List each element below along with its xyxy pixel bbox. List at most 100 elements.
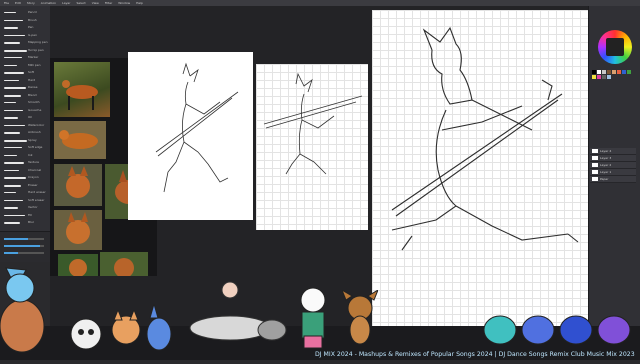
color-swatch[interactable]: [617, 70, 621, 74]
brush-item[interactable]: Dense: [2, 84, 48, 91]
dog-group-characters: [480, 300, 640, 352]
brush-stroke-preview: [4, 117, 18, 120]
sketch-1-drawing: [155, 62, 239, 193]
brush-name: Watercolor: [28, 122, 45, 127]
brush-item[interactable]: Hard eraser: [2, 189, 48, 196]
brush-item[interactable]: Soft: [2, 69, 48, 76]
brush-item[interactable]: Airbrush: [2, 129, 48, 136]
brush-item[interactable]: Vector: [2, 204, 48, 211]
opacity-slider[interactable]: [4, 245, 40, 247]
brush-item[interactable]: Soft eraser: [2, 197, 48, 204]
color-swatch[interactable]: [602, 75, 606, 79]
brush-stroke-preview: [4, 42, 20, 44]
brush-item[interactable]: Eraser: [2, 182, 48, 189]
color-swatch[interactable]: [597, 70, 601, 74]
brush-stroke-preview: [4, 57, 22, 58]
layer-row[interactable]: Paper: [590, 176, 636, 183]
brush-name: Blend: [28, 92, 37, 97]
layer-thumbnail: [592, 156, 598, 160]
color-swatch[interactable]: [627, 70, 631, 74]
layer-thumbnail: [592, 177, 598, 181]
brush-stroke-preview: [4, 222, 20, 224]
brush-stroke-preview: [4, 94, 21, 97]
brush-item[interactable]: Soft edge: [2, 144, 48, 151]
brush-stroke-preview: [4, 34, 25, 36]
color-swatch[interactable]: [607, 70, 611, 74]
color-swatch[interactable]: [607, 75, 611, 79]
brush-stroke-preview: [4, 27, 18, 30]
brush-item[interactable]: Blend: [2, 92, 48, 99]
brush-item[interactable]: Turnip pen: [2, 47, 48, 54]
brush-size-slider[interactable]: [4, 238, 28, 240]
brush-name: G-pen: [28, 32, 38, 37]
brush-item[interactable]: Texture: [2, 159, 48, 166]
bluey-character: [108, 308, 144, 354]
sketch-sheet-2[interactable]: [256, 64, 368, 230]
color-swatch[interactable]: [602, 70, 606, 74]
blue-creature-character: [144, 302, 174, 354]
layer-name: Layer 1: [600, 170, 612, 174]
brush-item[interactable]: Oil: [2, 114, 48, 121]
brush-name: Brush: [28, 17, 37, 22]
brush-stroke-preview: [4, 124, 25, 126]
sketch-2-drawing: [263, 72, 363, 175]
brush-name: Pen: [28, 25, 34, 29]
brush-name: Blur: [28, 220, 35, 224]
brush-name: Airbrush: [28, 130, 41, 134]
brush-item[interactable]: Fill: [2, 212, 48, 219]
brush-panel: Pencil Brush Pen G-pen Mapping pen Turnip pen…: [0, 6, 51, 231]
layer-row[interactable]: Layer 4: [590, 148, 636, 155]
brush-stroke-preview: [4, 72, 24, 75]
layer-thumbnail: [592, 170, 598, 174]
white-dog-character: [68, 314, 104, 354]
color-swatch[interactable]: [597, 75, 601, 79]
brush-item[interactable]: Milli pen: [2, 62, 48, 69]
color-swatch[interactable]: [592, 70, 596, 74]
brush-item[interactable]: Gouache: [2, 107, 48, 114]
eevee-character: [340, 288, 380, 354]
brush-item[interactable]: Pen: [2, 24, 48, 31]
brush-item[interactable]: Smooth: [2, 99, 48, 106]
brush-item[interactable]: Hard: [2, 77, 48, 84]
brush-item[interactable]: Ink: [2, 152, 48, 159]
brush-stroke-preview: [4, 162, 24, 165]
brush-name: Fill: [28, 212, 33, 217]
brush-item[interactable]: Spray: [2, 137, 48, 144]
fox-character: [0, 258, 55, 360]
brush-name: Soft eraser: [28, 197, 45, 202]
brush-name: Charcoal: [28, 167, 42, 172]
color-picker-square[interactable]: [606, 38, 624, 56]
brush-stroke-preview: [4, 184, 21, 187]
brush-name: Hard: [28, 77, 36, 82]
brush-name: Ink: [28, 152, 33, 157]
color-swatch[interactable]: [592, 75, 596, 79]
brush-stroke-preview: [4, 154, 17, 157]
sketch-sheet-1[interactable]: [128, 52, 253, 220]
brush-stroke-preview: [4, 192, 16, 193]
brush-item[interactable]: G-pen: [2, 32, 48, 39]
brush-item[interactable]: Brush: [2, 17, 48, 24]
brush-item[interactable]: Mapping pen: [2, 39, 48, 46]
brush-item[interactable]: Crayon: [2, 174, 48, 181]
brush-name: Spray: [28, 137, 37, 142]
brush-stroke-preview: [4, 147, 22, 148]
color-swatch[interactable]: [622, 70, 626, 74]
layer-row[interactable]: Layer 1: [590, 169, 636, 176]
brush-stroke-preview: [4, 102, 16, 103]
color-swatch[interactable]: [612, 70, 616, 74]
layer-row[interactable]: Layer 3: [590, 155, 636, 162]
color-swatches: [592, 70, 636, 86]
brush-item[interactable]: Marker: [2, 54, 48, 61]
brush-item[interactable]: Watercolor: [2, 122, 48, 129]
brush-name: Crayon: [28, 175, 39, 179]
layer-name: Layer 4: [600, 149, 612, 153]
stabilizer-slider[interactable]: [4, 252, 18, 254]
brush-name: Soft: [28, 70, 34, 74]
layer-name: Layer 2: [600, 163, 612, 167]
brush-item[interactable]: Pencil: [2, 9, 48, 16]
main-drawing-canvas[interactable]: [372, 10, 588, 326]
brush-item[interactable]: Blur: [2, 219, 48, 226]
layer-row[interactable]: Layer 2: [590, 162, 636, 169]
brush-item[interactable]: Charcoal: [2, 167, 48, 174]
brush-stroke-preview: [4, 177, 26, 179]
